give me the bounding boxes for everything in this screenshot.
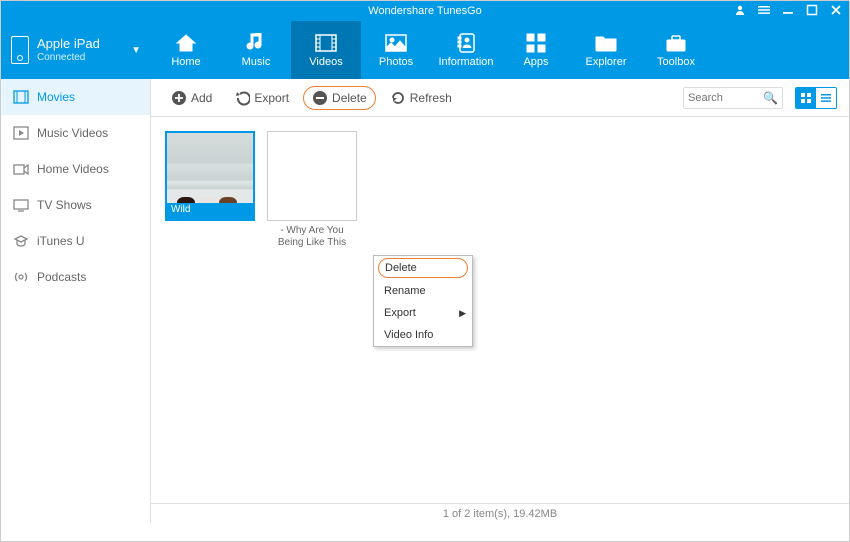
sidebar: Movies Music Videos Home Videos TV Shows… (1, 79, 151, 523)
video-caption: - Why Are You Being Like This (267, 225, 357, 249)
window-controls (733, 3, 843, 17)
information-icon (454, 33, 478, 53)
tool-label: Export (254, 91, 289, 105)
menu-icon[interactable] (757, 3, 771, 17)
ctx-export[interactable]: Export▶ (374, 302, 472, 324)
nav-home[interactable]: Home (151, 21, 221, 79)
nav-label: Toolbox (657, 56, 695, 68)
apps-icon (524, 33, 548, 53)
grid-view-button[interactable] (796, 88, 816, 108)
music-videos-icon (13, 126, 29, 140)
search-box[interactable]: 🔍 (683, 87, 783, 109)
main-nav: Home Music Videos Photos Information App… (151, 21, 711, 79)
video-thumb[interactable]: - Why Are You Being Like This (267, 131, 357, 249)
nav-toolbox[interactable]: Toolbox (641, 21, 711, 79)
sidebar-item-movies[interactable]: Movies (1, 79, 150, 115)
toolbox-icon (664, 33, 688, 53)
delete-button[interactable]: Delete (303, 86, 376, 110)
nav-photos[interactable]: Photos (361, 21, 431, 79)
maximize-icon[interactable] (805, 3, 819, 17)
refresh-button[interactable]: Refresh (382, 86, 460, 110)
topbar: Apple iPad Connected ▼ Home Music Videos… (1, 21, 849, 79)
podcasts-icon (13, 270, 29, 284)
videos-icon (314, 33, 338, 53)
status-text: 1 of 2 item(s), 19.42MB (443, 508, 557, 520)
sidebar-item-music-videos[interactable]: Music Videos (1, 115, 150, 151)
nav-label: Apps (523, 56, 548, 68)
nav-music[interactable]: Music (221, 21, 291, 79)
sidebar-item-label: Podcasts (37, 270, 86, 284)
tv-shows-icon (13, 198, 29, 212)
nav-explorer[interactable]: Explorer (571, 21, 641, 79)
nav-information[interactable]: Information (431, 21, 501, 79)
tool-label: Refresh (410, 91, 452, 105)
nav-label: Videos (309, 56, 342, 68)
ctx-video-info[interactable]: Video Info (374, 324, 472, 346)
add-icon (171, 90, 187, 106)
ctx-delete[interactable]: Delete (378, 258, 468, 278)
sidebar-item-tv-shows[interactable]: TV Shows (1, 187, 150, 223)
tool-label: Delete (332, 91, 367, 105)
refresh-icon (390, 90, 406, 106)
sidebar-item-home-videos[interactable]: Home Videos (1, 151, 150, 187)
video-thumbnail-image: Wild (165, 131, 255, 221)
close-icon[interactable] (829, 3, 843, 17)
titlebar: Wondershare TunesGo (1, 1, 849, 21)
content-area: Add Export Delete Refresh 🔍 (151, 79, 849, 523)
explorer-icon (594, 33, 618, 53)
device-name: Apple iPad (37, 37, 100, 51)
video-thumbnail-image (267, 131, 357, 221)
photos-icon (384, 33, 408, 53)
sidebar-item-label: iTunes U (37, 234, 85, 248)
nav-label: Music (242, 56, 271, 68)
toolbar: Add Export Delete Refresh 🔍 (151, 79, 849, 117)
search-icon[interactable]: 🔍 (763, 91, 778, 105)
device-icon (11, 36, 29, 64)
delete-icon (312, 90, 328, 106)
video-gallery: Wild - Why Are You Being Like This Delet… (151, 117, 849, 503)
app-title: Wondershare TunesGo (368, 5, 482, 17)
ctx-rename[interactable]: Rename (374, 280, 472, 302)
nav-videos[interactable]: Videos (291, 21, 361, 79)
nav-label: Information (438, 56, 493, 68)
minimize-icon[interactable] (781, 3, 795, 17)
nav-label: Home (171, 56, 200, 68)
nav-apps[interactable]: Apps (501, 21, 571, 79)
chevron-down-icon: ▼ (131, 45, 141, 56)
sidebar-item-itunes-u[interactable]: iTunes U (1, 223, 150, 259)
sidebar-item-label: Music Videos (37, 126, 108, 140)
itunes-u-icon (13, 234, 29, 248)
add-button[interactable]: Add (163, 86, 220, 110)
music-icon (244, 33, 268, 53)
user-icon[interactable] (733, 3, 747, 17)
sidebar-item-label: Home Videos (37, 162, 109, 176)
search-input[interactable] (688, 92, 760, 104)
tool-label: Add (191, 91, 212, 105)
status-bar: 1 of 2 item(s), 19.42MB (151, 503, 849, 523)
device-status: Connected (37, 52, 100, 63)
home-videos-icon (13, 162, 29, 176)
sidebar-item-podcasts[interactable]: Podcasts (1, 259, 150, 295)
export-icon (234, 90, 250, 106)
movies-icon (13, 90, 29, 104)
sidebar-item-label: TV Shows (37, 198, 92, 212)
video-thumb[interactable]: Wild (165, 131, 255, 249)
video-label: Wild (167, 203, 253, 219)
list-view-button[interactable] (816, 88, 836, 108)
sidebar-item-label: Movies (37, 90, 75, 104)
submenu-arrow-icon: ▶ (459, 308, 466, 319)
export-button[interactable]: Export (226, 86, 297, 110)
nav-label: Photos (379, 56, 413, 68)
device-selector[interactable]: Apple iPad Connected ▼ (1, 21, 151, 79)
home-icon (174, 33, 198, 53)
nav-label: Explorer (586, 56, 627, 68)
context-menu: Delete Rename Export▶ Video Info (373, 255, 473, 347)
view-toggle (795, 87, 837, 109)
